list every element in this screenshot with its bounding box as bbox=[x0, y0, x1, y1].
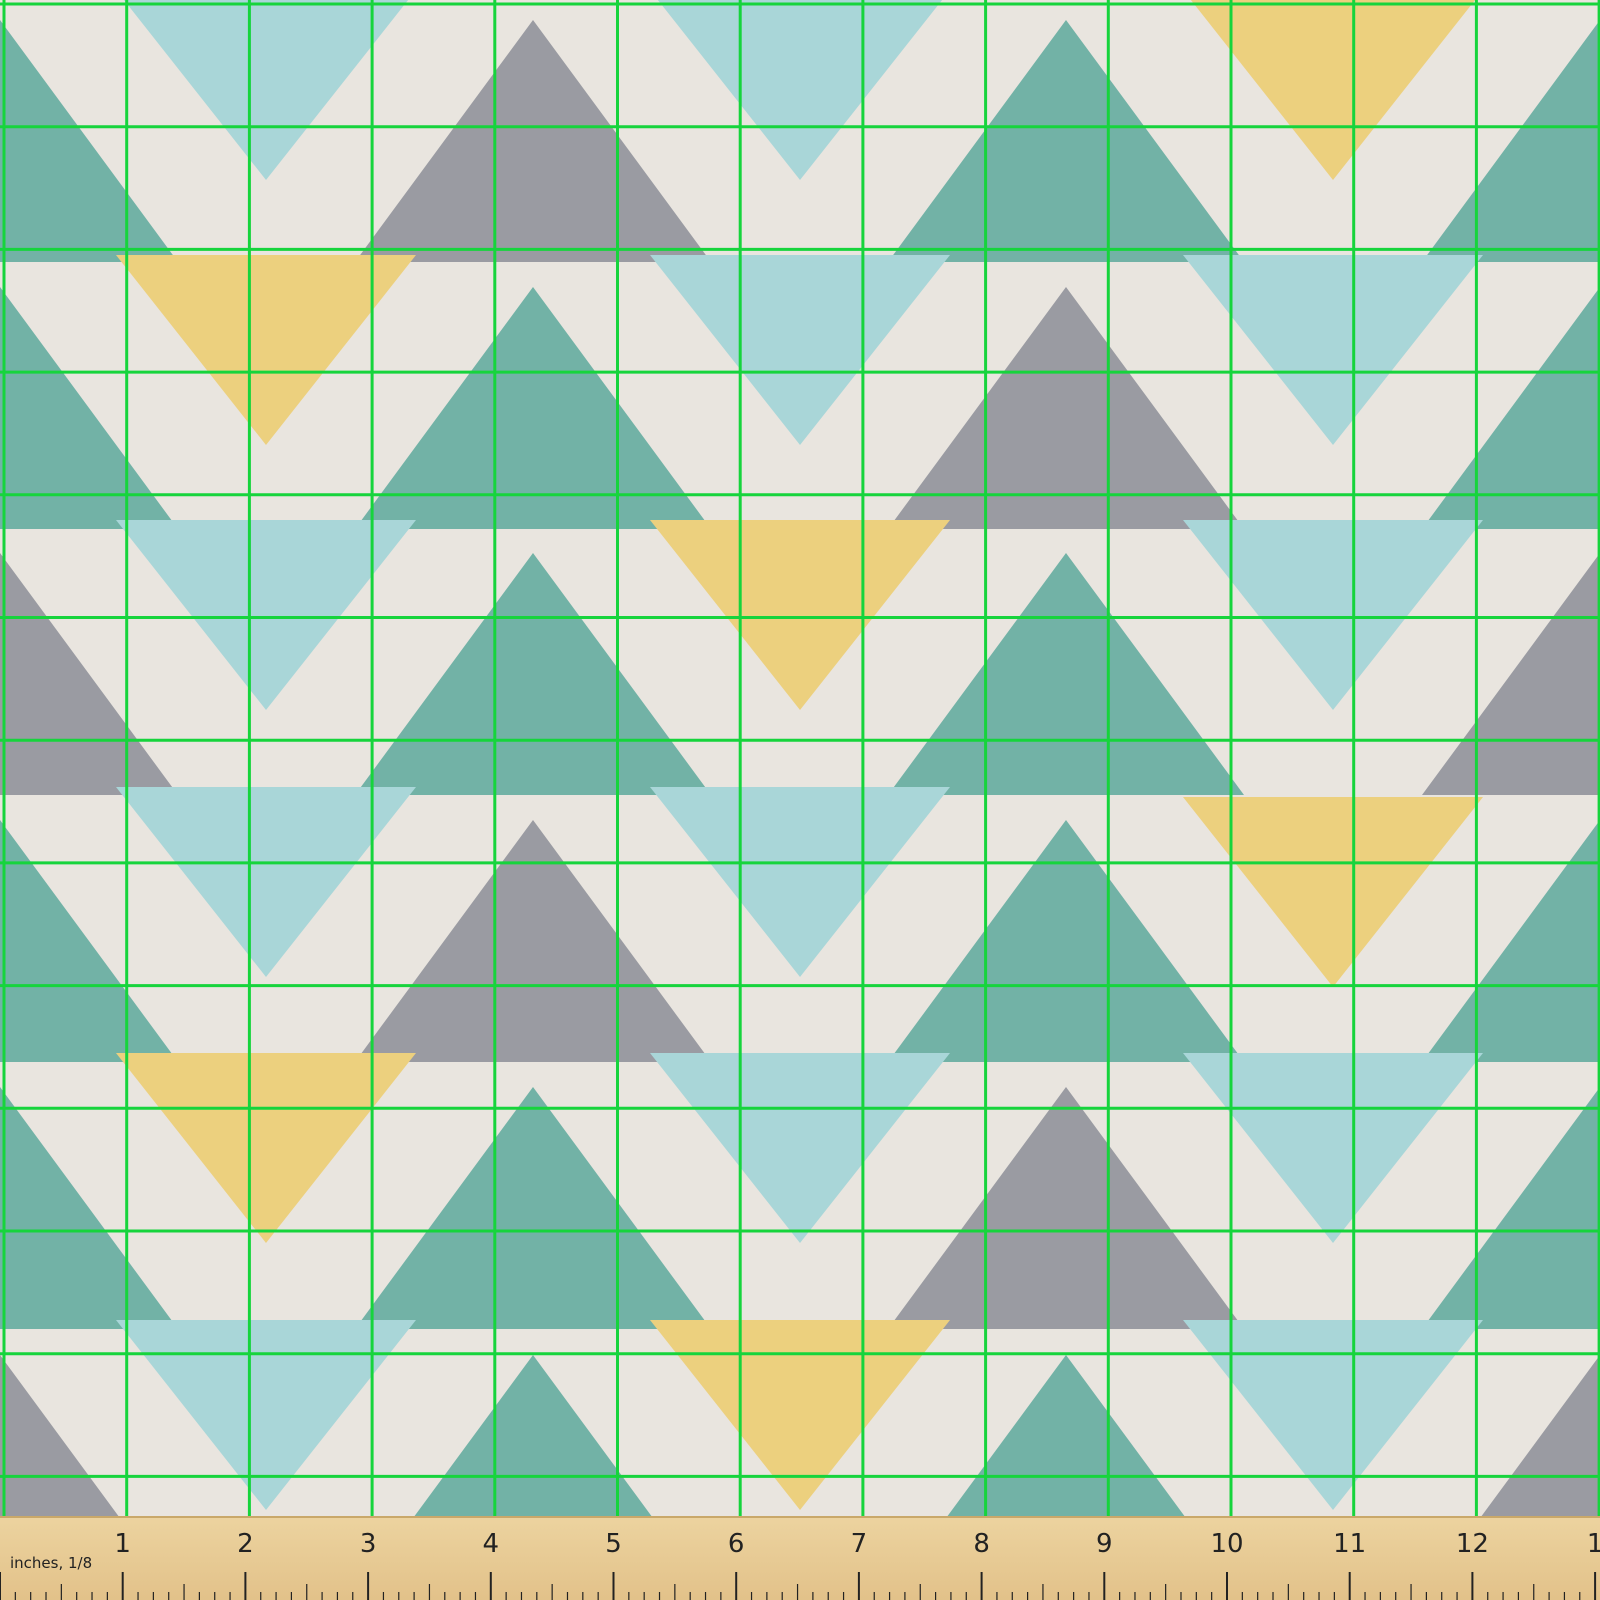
fabric-background bbox=[0, 0, 1600, 1516]
ruler-number: 3 bbox=[360, 1529, 377, 1559]
ruler-unit-label: inches, 1/8 bbox=[10, 1554, 93, 1572]
ruler-number: 1 bbox=[114, 1529, 131, 1559]
measuring-ruler: 1 2 3 4 5 6 7 8 9 10 11 12 1 inches, 1/8 bbox=[0, 1516, 1600, 1600]
ruler-ticks: 1 2 3 4 5 6 7 8 9 10 11 12 1 bbox=[0, 1529, 1600, 1600]
ruler-number: 12 bbox=[1456, 1529, 1489, 1559]
ruler-number: 9 bbox=[1096, 1529, 1113, 1559]
ruler-number: 7 bbox=[851, 1529, 868, 1559]
ruler-number: 10 bbox=[1210, 1529, 1243, 1559]
triangle-pattern bbox=[0, 0, 1600, 1516]
ruler-number: 5 bbox=[605, 1529, 622, 1559]
ruler-number: 8 bbox=[973, 1529, 990, 1559]
ruler-number: 2 bbox=[237, 1529, 254, 1559]
fabric-swatch: 1 2 3 4 5 6 7 8 9 10 11 12 1 inches, 1/8 bbox=[0, 0, 1600, 1600]
ruler-number: 4 bbox=[483, 1529, 500, 1559]
ruler-number: 1 bbox=[1587, 1529, 1600, 1559]
ruler-number: 11 bbox=[1333, 1529, 1366, 1559]
ruler-number: 6 bbox=[728, 1529, 745, 1559]
